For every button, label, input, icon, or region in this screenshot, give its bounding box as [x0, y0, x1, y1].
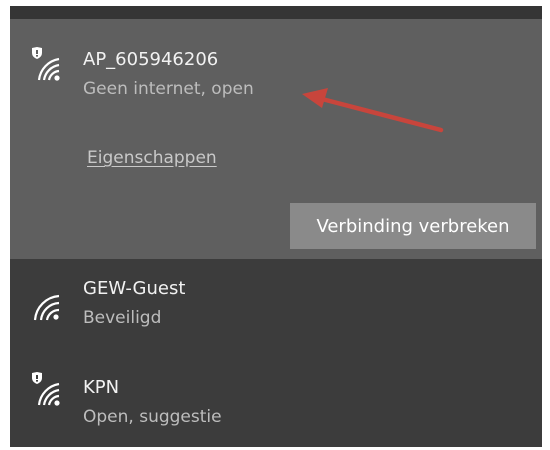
annotation-arrow	[302, 88, 444, 133]
